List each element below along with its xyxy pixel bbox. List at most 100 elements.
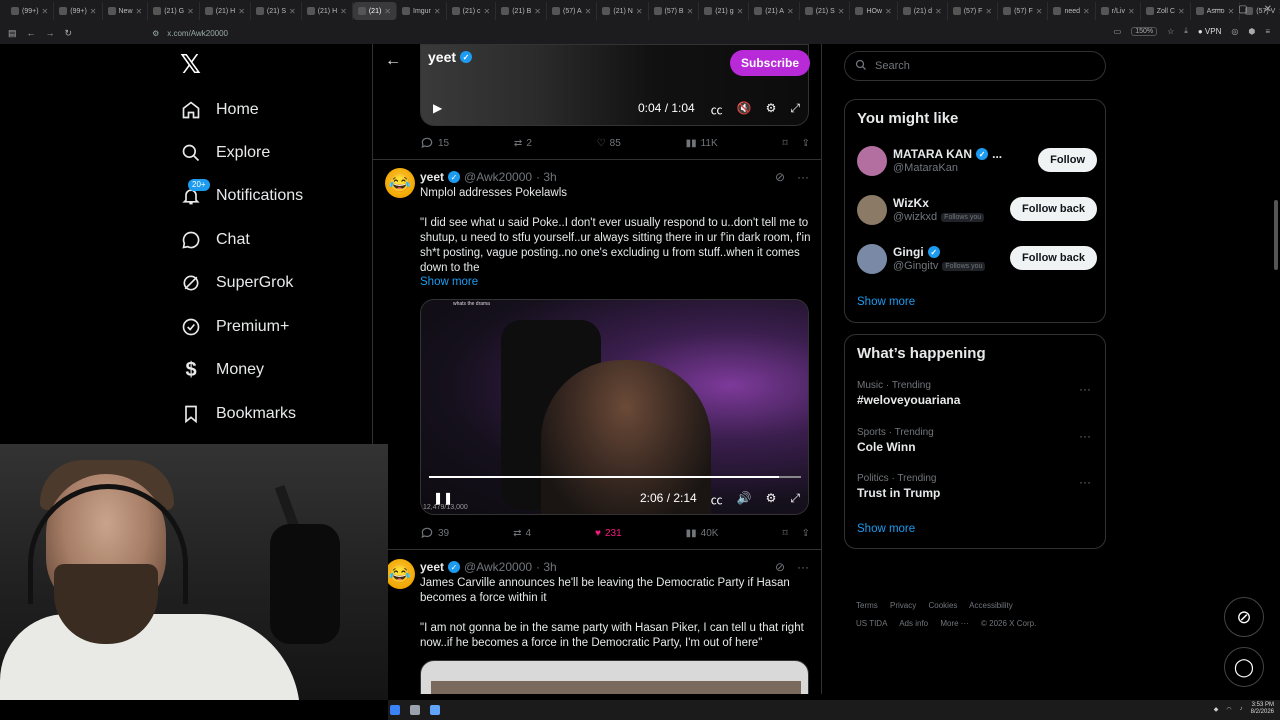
footer-link[interactable]: More ··· [940, 619, 968, 628]
tab-close-icon[interactable]: ✕ [384, 7, 391, 16]
whats-happening-show-more[interactable]: Show more [857, 523, 915, 535]
start-icon[interactable] [390, 705, 400, 715]
search-input[interactable]: Search [844, 51, 1106, 81]
tab-close-icon[interactable]: ✕ [935, 7, 942, 16]
grok-fab-button[interactable]: ⊘ [1224, 597, 1264, 637]
pause-icon[interactable]: ❚❚ [433, 491, 453, 505]
browser-tab[interactable]: HOw ✕ [850, 2, 898, 20]
tab-close-icon[interactable]: ✕ [985, 7, 992, 16]
nav-notifications[interactable]: 20+ Notifications [180, 179, 303, 210]
tab-close-icon[interactable]: ✕ [434, 7, 441, 16]
browser-tab[interactable]: (21) g ✕ [699, 2, 750, 20]
trend-item[interactable]: Sports · Trending Cole Winn ··· [857, 427, 1097, 454]
bookmark-tweet-icon[interactable]: ⌑ [782, 138, 787, 149]
browser-tab[interactable]: (21) S ✕ [800, 2, 851, 20]
forward-nav-icon[interactable]: → [46, 28, 55, 38]
zoom-level[interactable]: 150% [1131, 26, 1158, 36]
steam-icon[interactable] [410, 705, 420, 715]
browser-tab[interactable]: need ✕ [1048, 2, 1096, 20]
nav-chat[interactable]: Chat [180, 226, 250, 254]
nav-supergrok[interactable]: SuperGrok [180, 269, 293, 297]
subscribe-button[interactable]: Subscribe [730, 50, 810, 76]
avatar[interactable]: 😂 [385, 168, 415, 198]
browser-tab[interactable]: (57) A ✕ [547, 2, 598, 20]
nav-explore[interactable]: Explore [180, 139, 270, 167]
tweet2-time[interactable]: · 3h [536, 560, 557, 574]
browser-tab[interactable]: (99+) ✕ [54, 2, 103, 20]
tab-close-icon[interactable]: ✕ [737, 7, 744, 16]
tab-close-icon[interactable]: ✕ [787, 7, 794, 16]
browser-tab[interactable]: (21) A ✕ [749, 2, 800, 20]
tab-close-icon[interactable]: ✕ [1036, 7, 1043, 16]
browser-tab[interactable]: (57) B ✕ [649, 2, 700, 20]
share-icon[interactable]: ⇪ [802, 528, 810, 539]
fullscreen-icon[interactable]: ⤢ [790, 101, 800, 118]
more-options-icon[interactable]: ··· [797, 170, 809, 184]
nav-bookmarks[interactable]: Bookmarks [180, 400, 296, 428]
messages-fab-button[interactable]: ◯ [1224, 647, 1264, 687]
bookmark-star-icon[interactable]: ☆ [1167, 27, 1174, 36]
settings-icon[interactable]: ⚙ [766, 491, 777, 508]
repost-button[interactable]: ⇄ 4 [513, 528, 531, 539]
reply-button[interactable]: 15 [420, 136, 449, 150]
tab-close-icon[interactable]: ✕ [534, 7, 541, 16]
tray-icon[interactable]: ◆ [1214, 706, 1219, 713]
footer-link[interactable]: Terms [856, 601, 878, 610]
tab-close-icon[interactable]: ✕ [1178, 7, 1185, 16]
more-options-icon[interactable]: ··· [797, 560, 809, 574]
browser-tab[interactable]: (57) F ✕ [998, 2, 1049, 20]
tweet2-handle[interactable]: @Awk20000 [464, 560, 532, 574]
repost-button[interactable]: ⇄ 2 [514, 138, 532, 149]
like-button[interactable]: ♥ 231 [595, 528, 622, 539]
tab-close-icon[interactable]: ✕ [687, 7, 694, 16]
back-nav-icon[interactable]: ← [27, 28, 36, 38]
browser-tab[interactable]: Imgur ✕ [397, 2, 447, 20]
trend-item[interactable]: Politics · Trending Trust in Trump ··· [857, 473, 1097, 500]
video-progress-bar[interactable] [429, 476, 801, 478]
browser-tab[interactable]: (21) c ✕ [447, 2, 497, 20]
footer-link[interactable]: Ads info [899, 619, 928, 628]
reader-icon[interactable]: ▭ [1114, 27, 1122, 36]
bookmark-tweet-icon[interactable]: ⌑ [782, 528, 787, 539]
volume-tray-icon[interactable]: ♪ [1240, 706, 1243, 712]
browser-tab[interactable]: (21) ✕ [352, 2, 397, 20]
wallet-icon[interactable]: ◎ [1231, 27, 1238, 36]
tab-close-icon[interactable]: ✕ [238, 7, 245, 16]
tab-close-icon[interactable]: ✕ [585, 7, 592, 16]
extensions-icon[interactable]: ⬢ [1248, 27, 1255, 36]
tweet1-time[interactable]: · 3h [536, 170, 557, 184]
footer-link[interactable]: Privacy [890, 601, 916, 610]
browser-tab[interactable]: (21) G ✕ [148, 2, 200, 20]
suggested-user[interactable]: Gingi ✓ @Gingitv Follows you Follow back [857, 242, 1097, 278]
vpn-button[interactable]: ● VPN [1198, 27, 1222, 36]
avatar[interactable] [857, 146, 887, 176]
nav-money[interactable]: $ Money [180, 356, 264, 384]
views-button[interactable]: ▮▮ 40K [686, 528, 719, 539]
tab-close-icon[interactable]: ✕ [187, 7, 194, 16]
tab-close-icon[interactable]: ✕ [340, 7, 347, 16]
browser-tab[interactable]: (21) H ✕ [302, 2, 353, 20]
tweet1-author-name[interactable]: yeet [420, 170, 444, 184]
browser-tab[interactable]: New ✕ [103, 2, 149, 20]
tab-close-icon[interactable]: ✕ [484, 7, 491, 16]
follow-back-button[interactable]: Follow back [1010, 246, 1097, 270]
url-field[interactable]: ⚙ x.com/Awk20000 [152, 29, 228, 38]
share-icon[interactable]: ⇪ [802, 138, 810, 149]
app-icon[interactable] [430, 705, 440, 715]
you-might-like-show-more[interactable]: Show more [857, 296, 915, 308]
mute-icon[interactable]: 🔇 [737, 101, 752, 118]
captions-icon[interactable]: ㏄ [711, 101, 723, 118]
tab-close-icon[interactable]: ✕ [42, 7, 49, 16]
trend-item[interactable]: Music · Trending #weloveyouariana ··· [857, 380, 1097, 407]
browser-tab[interactable]: (99+) ✕ [6, 2, 55, 20]
tweet1-video[interactable]: whats the drama ❚❚ 2:06 / 2:14 ㏄ 🔊 ⚙ ⤢ 1… [420, 299, 809, 515]
footer-link[interactable]: Accessibility [969, 601, 1013, 610]
browser-tab[interactable]: Zoll C ✕ [1141, 2, 1191, 20]
more-options-icon[interactable]: ··· [1079, 475, 1091, 489]
menu-icon[interactable]: ≡ [1265, 27, 1270, 36]
site-info-icon[interactable]: ⚙ [152, 29, 159, 38]
grok-explain-icon[interactable]: ⊘ [775, 170, 785, 184]
maximize-icon[interactable]: ▢ [1238, 4, 1247, 15]
nav-premium[interactable]: Premium+ [180, 313, 289, 341]
sidebar-toggle-icon[interactable]: ▤ [8, 28, 17, 39]
